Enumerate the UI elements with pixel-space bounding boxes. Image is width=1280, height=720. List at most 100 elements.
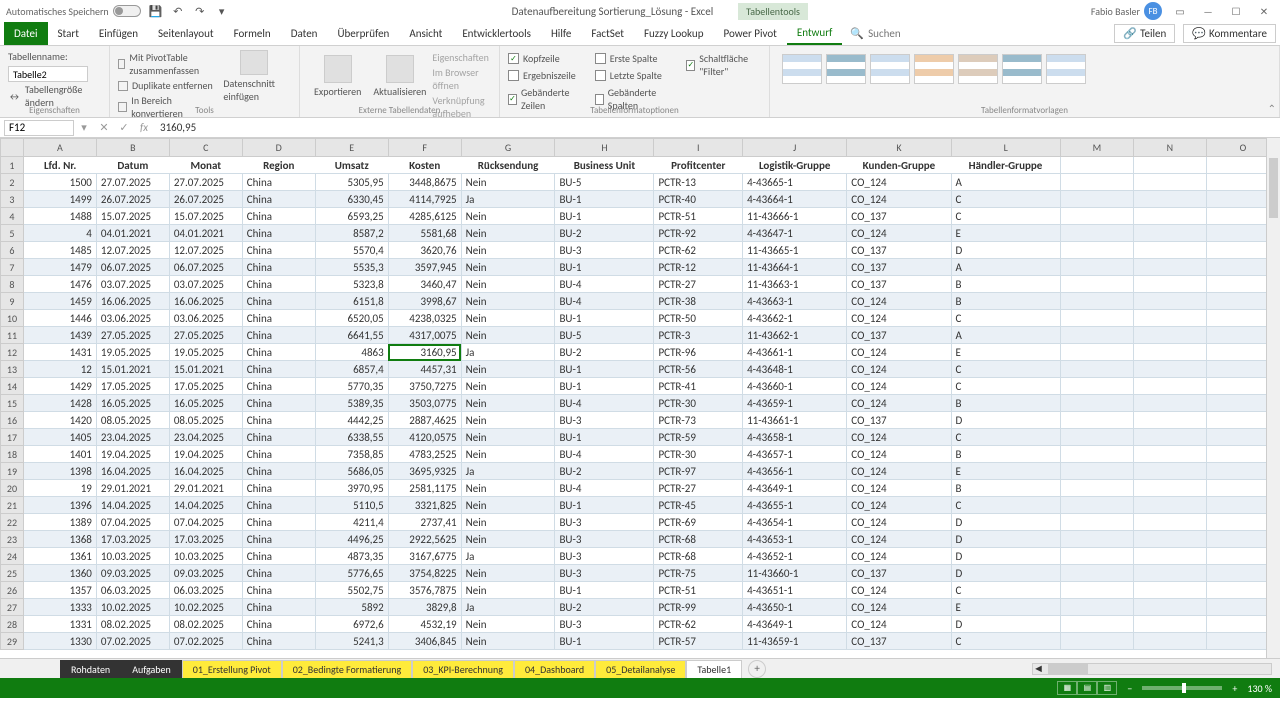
cell[interactable]: 4457,31 — [388, 361, 461, 378]
namebox-dropdown-icon[interactable]: ▾ — [74, 121, 94, 134]
cell[interactable]: 06.03.2025 — [96, 582, 169, 599]
cell[interactable]: D — [951, 514, 1060, 531]
cell[interactable]: CO_124 — [847, 599, 951, 616]
cell[interactable]: 07.02.2025 — [96, 633, 169, 650]
cell[interactable]: BU-1 — [555, 378, 654, 395]
cell[interactable]: 2922,5625 — [388, 531, 461, 548]
cell[interactable]: 15.01.2021 — [169, 361, 242, 378]
cell[interactable]: 5535,3 — [315, 259, 388, 276]
cell[interactable]: 3970,95 — [315, 480, 388, 497]
cell[interactable]: China — [242, 582, 315, 599]
tab-insert[interactable]: Einfügen — [89, 22, 148, 45]
cell[interactable]: Nein — [461, 582, 555, 599]
cell[interactable]: A — [951, 259, 1060, 276]
cell[interactable]: 1331 — [23, 616, 96, 633]
cell[interactable]: PCTR-13 — [654, 174, 743, 191]
cell[interactable]: 1368 — [23, 531, 96, 548]
col-header[interactable]: B — [96, 139, 169, 157]
cell[interactable]: C — [951, 361, 1060, 378]
comments-button[interactable]: 💬Kommentare — [1183, 24, 1276, 43]
cell[interactable]: 1476 — [23, 276, 96, 293]
cell[interactable]: E — [951, 463, 1060, 480]
cell[interactable]: 4114,7925 — [388, 191, 461, 208]
cell[interactable]: 17.03.2025 — [169, 531, 242, 548]
cell[interactable]: 06.07.2025 — [169, 259, 242, 276]
cell[interactable]: 4-43654-1 — [743, 514, 847, 531]
cell[interactable]: 1360 — [23, 565, 96, 582]
cell[interactable]: BU-4 — [555, 293, 654, 310]
tab-help[interactable]: Hilfe — [541, 22, 581, 45]
cell[interactable]: 16.05.2025 — [169, 395, 242, 412]
cell[interactable]: 17.05.2025 — [169, 378, 242, 395]
autosave-toggle[interactable]: Automatisches Speichern — [6, 5, 141, 18]
export-button[interactable]: Exportieren — [308, 50, 367, 103]
row-header[interactable]: 20 — [1, 480, 24, 497]
cell[interactable]: China — [242, 310, 315, 327]
table-column-header[interactable]: Region▾ — [242, 157, 315, 174]
cell[interactable]: 1429 — [23, 378, 96, 395]
cell[interactable]: PCTR-30 — [654, 395, 743, 412]
cell[interactable]: 26.07.2025 — [169, 191, 242, 208]
cell[interactable]: CO_137 — [847, 327, 951, 344]
cell[interactable]: CO_137 — [847, 565, 951, 582]
cell[interactable]: China — [242, 344, 315, 361]
cell[interactable]: PCTR-75 — [654, 565, 743, 582]
cell[interactable]: 4-43649-1 — [743, 480, 847, 497]
cell[interactable]: BU-2 — [555, 344, 654, 361]
cell[interactable]: 1479 — [23, 259, 96, 276]
row-header[interactable]: 3 — [1, 191, 24, 208]
cell[interactable]: 4211,4 — [315, 514, 388, 531]
cell[interactable]: 1446 — [23, 310, 96, 327]
cell[interactable]: 11-43659-1 — [743, 633, 847, 650]
cell[interactable]: PCTR-51 — [654, 582, 743, 599]
col-header[interactable]: F — [388, 139, 461, 157]
cell[interactable]: PCTR-62 — [654, 616, 743, 633]
cell[interactable]: Ja — [461, 599, 555, 616]
cell[interactable]: CO_124 — [847, 616, 951, 633]
cell[interactable]: 19.04.2025 — [96, 446, 169, 463]
cell[interactable]: 5892 — [315, 599, 388, 616]
cell[interactable]: A — [951, 327, 1060, 344]
cell[interactable]: 10.02.2025 — [169, 599, 242, 616]
cell[interactable]: 3620,76 — [388, 242, 461, 259]
cell[interactable]: BU-3 — [555, 514, 654, 531]
cell[interactable]: 3754,8225 — [388, 565, 461, 582]
cell[interactable]: PCTR-96 — [654, 344, 743, 361]
cell[interactable]: 5502,75 — [315, 582, 388, 599]
cell[interactable]: 3750,7275 — [388, 378, 461, 395]
row-header[interactable]: 17 — [1, 429, 24, 446]
cell[interactable]: 4 — [23, 225, 96, 242]
cell[interactable]: BU-3 — [555, 531, 654, 548]
row-header[interactable]: 1 — [1, 157, 24, 174]
cell[interactable]: China — [242, 446, 315, 463]
cell[interactable]: B — [951, 293, 1060, 310]
cell[interactable]: 1428 — [23, 395, 96, 412]
cell[interactable]: D — [951, 616, 1060, 633]
cell[interactable]: 19.04.2025 — [169, 446, 242, 463]
cell[interactable]: 3829,8 — [388, 599, 461, 616]
close-icon[interactable]: ✕ — [1254, 4, 1274, 18]
cell[interactable]: BU-1 — [555, 361, 654, 378]
opt-filter[interactable]: ✓Schaltfläche "Filter" — [686, 50, 761, 80]
sheet-tab[interactable]: 05_Detailanalyse — [595, 660, 686, 678]
cell[interactable]: CO_124 — [847, 191, 951, 208]
col-header[interactable]: H — [555, 139, 654, 157]
cell[interactable]: CO_124 — [847, 446, 951, 463]
cell[interactable]: China — [242, 225, 315, 242]
cell[interactable]: CO_124 — [847, 514, 951, 531]
style-swatch[interactable] — [826, 54, 866, 84]
cell[interactable]: China — [242, 599, 315, 616]
cell[interactable]: 11-43666-1 — [743, 208, 847, 225]
cell[interactable]: CO_124 — [847, 497, 951, 514]
row-header[interactable]: 13 — [1, 361, 24, 378]
cell[interactable]: Nein — [461, 480, 555, 497]
cell[interactable]: PCTR-12 — [654, 259, 743, 276]
cell[interactable]: B — [951, 395, 1060, 412]
row-header[interactable]: 12 — [1, 344, 24, 361]
cell[interactable]: China — [242, 259, 315, 276]
cell[interactable]: 4-43659-1 — [743, 395, 847, 412]
name-box[interactable] — [4, 120, 74, 136]
cell[interactable]: 6641,55 — [315, 327, 388, 344]
style-swatch[interactable] — [870, 54, 910, 84]
cell[interactable]: CO_137 — [847, 633, 951, 650]
